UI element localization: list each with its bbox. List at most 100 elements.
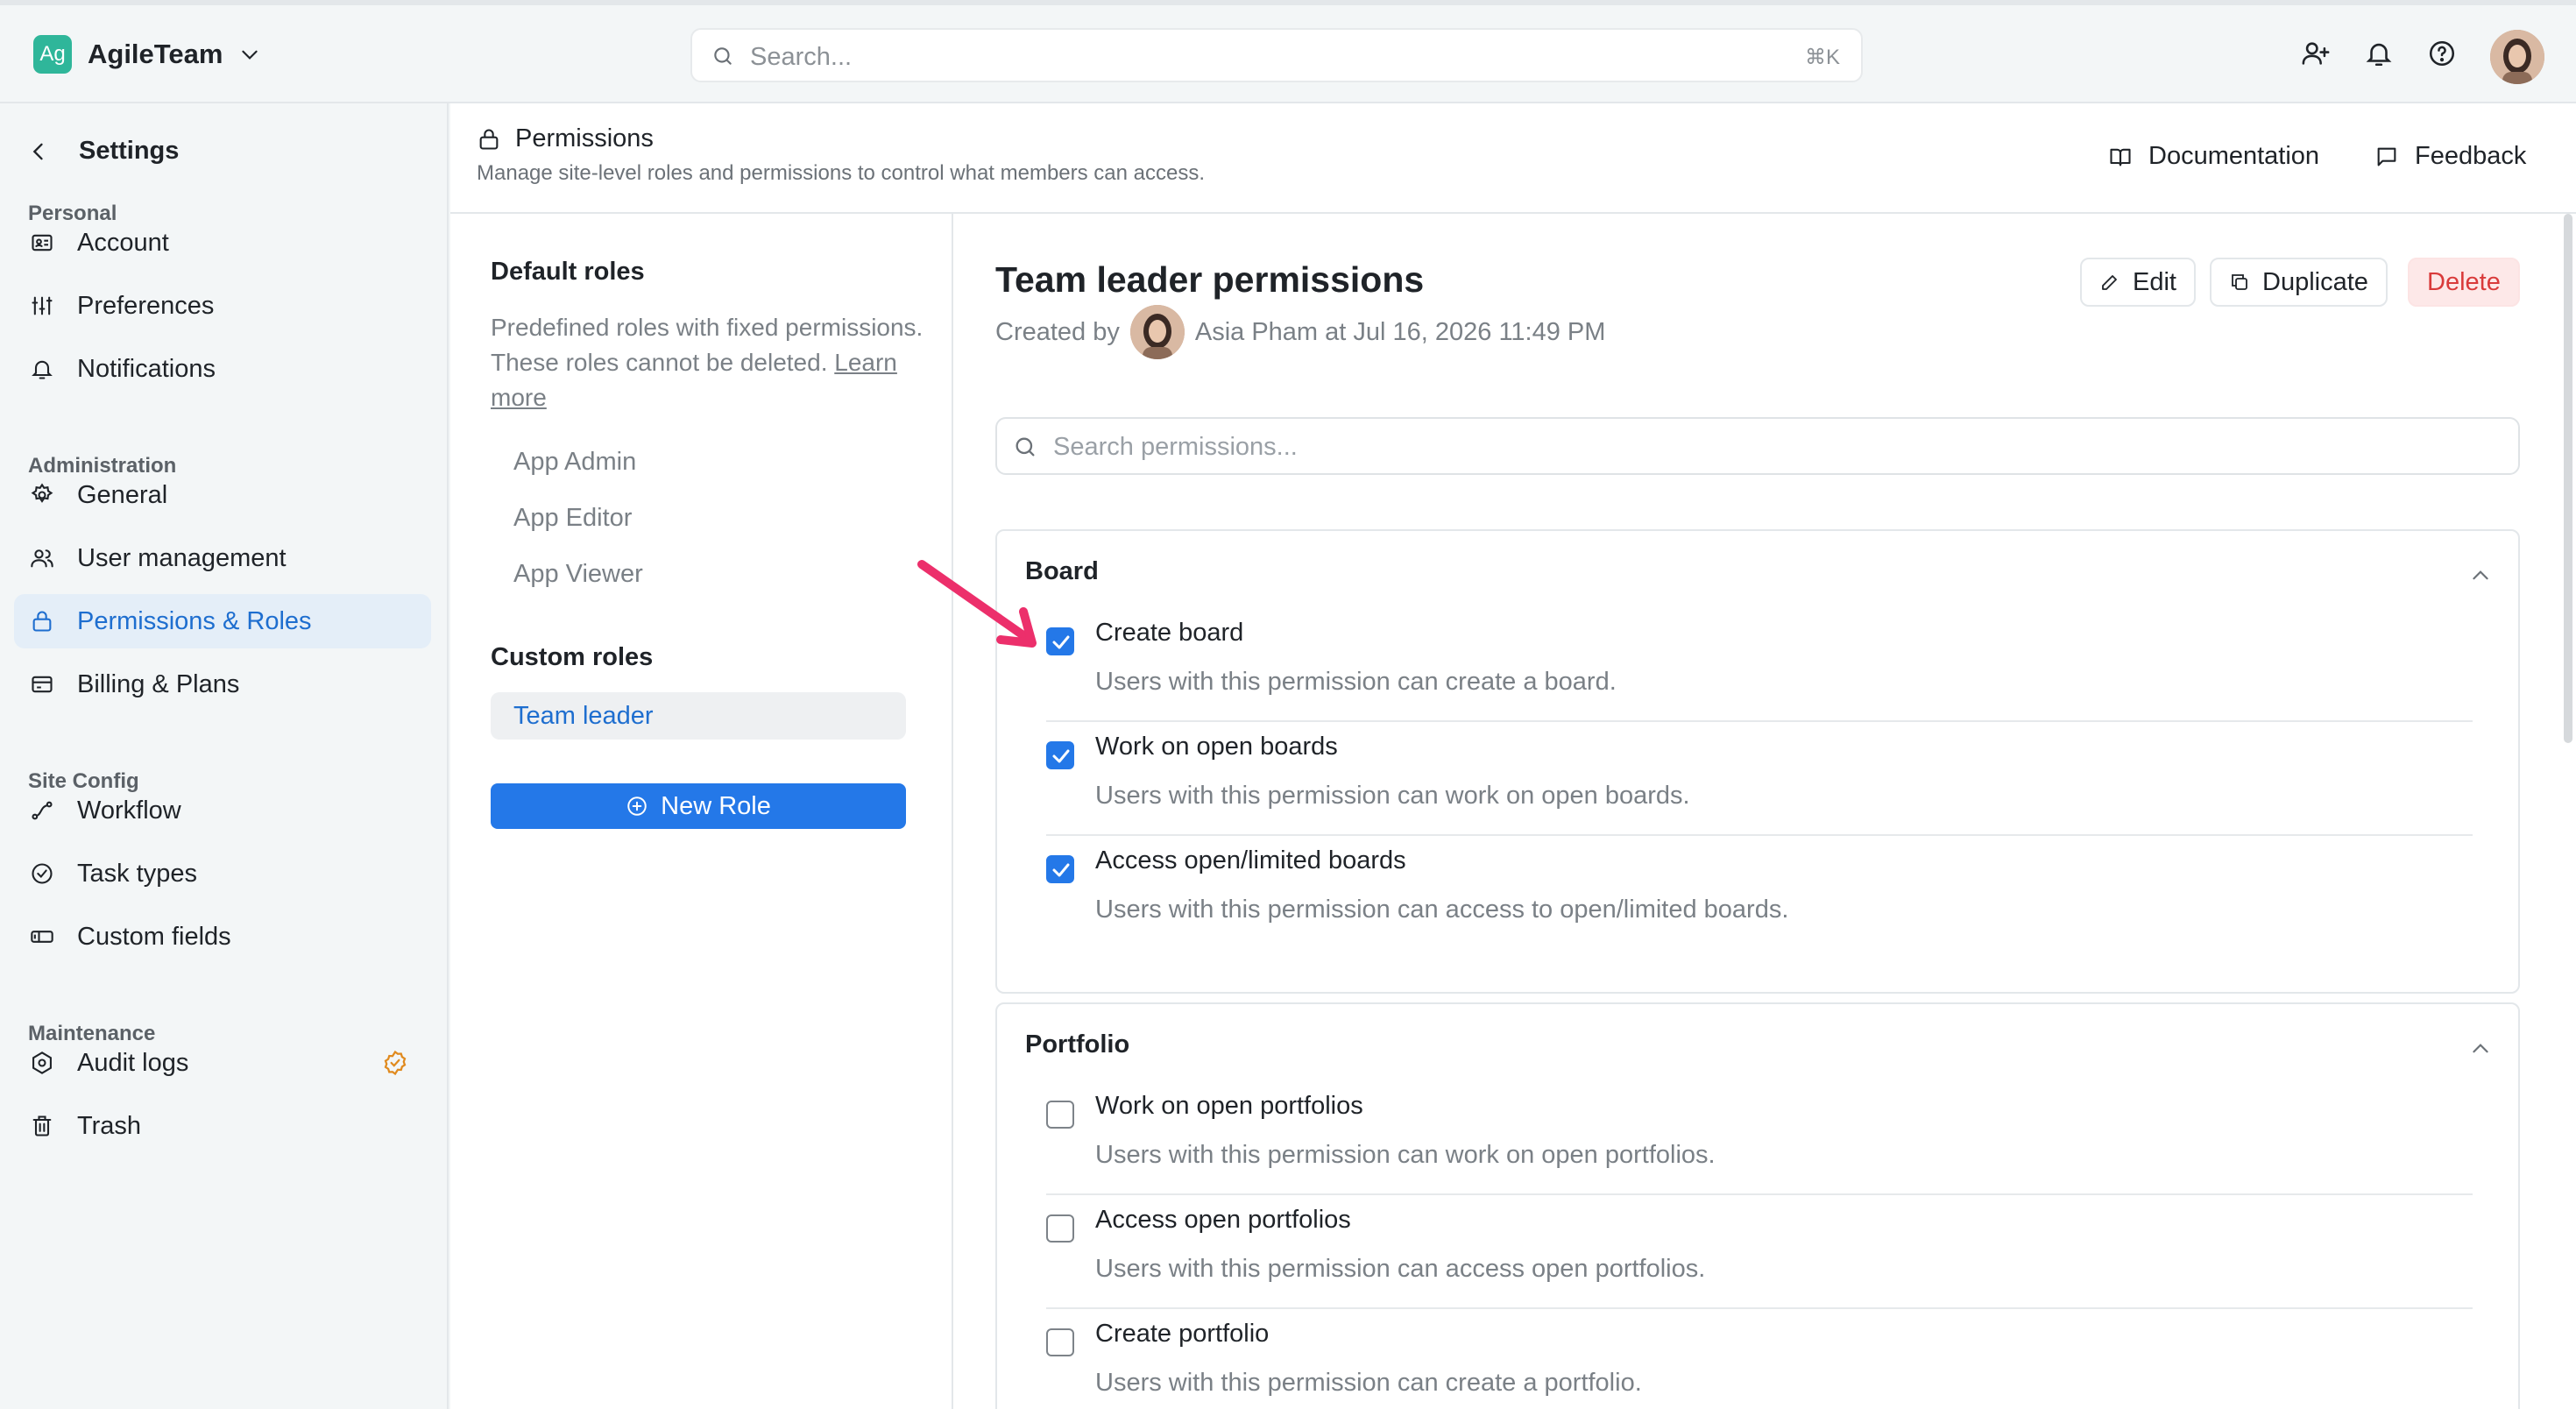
help-icon[interactable]	[2427, 39, 2457, 68]
sidebar-item-permissions-roles[interactable]: Permissions & Roles	[14, 594, 431, 648]
chevron-up-icon[interactable]	[2469, 1037, 2492, 1060]
workspace-switcher[interactable]: Ag AgileTeam	[33, 35, 261, 74]
sidebar-item-preferences[interactable]: Preferences	[14, 279, 431, 333]
plus-circle-icon	[626, 795, 648, 818]
credit-card-icon	[30, 672, 54, 697]
detail-scrollbar[interactable]	[2564, 214, 2572, 743]
default-roles-description: Predefined roles with fixed permissions.…	[491, 310, 929, 415]
permission-group-portfolio: Portfolio Work on open portfolios Users …	[995, 1002, 2520, 1409]
user-avatar[interactable]	[2490, 30, 2544, 84]
verified-badge-icon	[382, 1050, 408, 1076]
documentation-link[interactable]: Documentation	[2108, 142, 2319, 171]
workflow-icon	[30, 798, 54, 823]
page-title-text: Permissions	[515, 124, 654, 152]
permission-row: Work on open boards Users with this perm…	[1046, 722, 2473, 836]
permission-checkbox[interactable]	[1046, 741, 1074, 769]
delete-button[interactable]: Delete	[2408, 258, 2520, 307]
created-by-label: Created by	[995, 317, 1120, 346]
sidebar-item-label: General	[77, 480, 168, 509]
sidebar-item-trash[interactable]: Trash	[14, 1099, 431, 1153]
book-icon	[2108, 145, 2133, 169]
role-item-app-viewer[interactable]: App Viewer	[491, 550, 906, 598]
duplicate-button[interactable]: Duplicate	[2210, 258, 2388, 307]
sidebar-item-label: Audit logs	[77, 1048, 189, 1077]
edit-label: Edit	[2133, 267, 2176, 296]
permission-description: Users with this permission can work on o…	[1095, 1141, 1716, 1169]
back-arrow-icon[interactable]	[26, 139, 51, 164]
sidebar-item-task-types[interactable]: Task types	[14, 846, 431, 901]
permission-description: Users with this permission can access op…	[1095, 1255, 1706, 1283]
page-subtitle: Manage site-level roles and permissions …	[477, 161, 1206, 185]
gear-icon	[30, 483, 54, 507]
search-placeholder: Search...	[750, 43, 853, 71]
role-item-app-admin[interactable]: App Admin	[491, 438, 906, 485]
new-role-button[interactable]: New Role	[491, 783, 906, 829]
sidebar-item-workflow[interactable]: Workflow	[14, 783, 431, 838]
sidebar-item-label: Preferences	[77, 291, 215, 320]
lock-icon	[30, 609, 54, 634]
sidebar-item-label: Task types	[77, 859, 197, 888]
sidebar-item-audit-logs[interactable]: Audit logs	[14, 1036, 431, 1090]
permission-name: Create portfolio	[1095, 1320, 1270, 1348]
sidebar-item-notifications[interactable]: Notifications	[14, 342, 431, 396]
permission-name: Access open/limited boards	[1095, 846, 1406, 874]
page-header: Permissions Manage site-level roles and …	[450, 103, 2576, 214]
fields-icon	[30, 924, 54, 949]
feedback-link[interactable]: Feedback	[2374, 142, 2526, 171]
workspace-logo: Ag	[33, 35, 72, 74]
permission-row: Access open portfolios Users with this p…	[1046, 1195, 2473, 1309]
search-shortcut: ⌘K	[1804, 46, 1840, 69]
role-item-team-leader[interactable]: Team leader	[491, 692, 906, 740]
created-by-name: Asia Pham at Jul 16, 2026 11:49 PM	[1194, 317, 1606, 346]
sidebar-item-label: Permissions & Roles	[77, 606, 312, 635]
permission-search-input[interactable]: Search permissions...	[995, 417, 2520, 475]
audit-gear-icon	[30, 1051, 54, 1075]
sliders-icon	[30, 294, 54, 318]
sidebar-item-custom-fields[interactable]: Custom fields	[14, 910, 431, 964]
permission-description: Users with this permission can create a …	[1095, 668, 1617, 696]
group-title: Board	[1025, 557, 1099, 585]
top-bar: Ag AgileTeam Search... ⌘K	[0, 0, 2576, 103]
sidebar-item-label: User management	[77, 543, 287, 572]
users-icon	[30, 546, 54, 570]
check-circle-icon	[30, 861, 54, 886]
creator-avatar	[1129, 305, 1185, 359]
lock-icon	[477, 127, 501, 152]
add-user-icon[interactable]	[2301, 39, 2331, 68]
sidebar-item-general[interactable]: General	[14, 468, 431, 522]
sidebar-item-label: Notifications	[77, 354, 216, 383]
search-icon	[1013, 435, 1037, 459]
page-title: Permissions	[477, 124, 654, 153]
permission-name: Access open portfolios	[1095, 1206, 1351, 1234]
search-icon	[711, 45, 734, 67]
group-title: Portfolio	[1025, 1030, 1130, 1059]
permission-checkbox[interactable]	[1046, 627, 1074, 655]
permission-description: Users with this permission can work on o…	[1095, 782, 1690, 810]
pencil-icon	[2099, 272, 2120, 293]
permission-checkbox[interactable]	[1046, 855, 1074, 883]
sidebar-item-label: Billing & Plans	[77, 669, 240, 698]
copy-icon	[2229, 272, 2250, 293]
permission-description: Users with this permission can create a …	[1095, 1369, 1642, 1397]
bell-icon[interactable]	[2364, 39, 2394, 68]
sidebar-item-label: Custom fields	[77, 922, 231, 951]
sidebar-header: Settings	[26, 137, 179, 166]
permission-checkbox[interactable]	[1046, 1214, 1074, 1243]
chevron-up-icon[interactable]	[2469, 564, 2492, 587]
sidebar-item-user-management[interactable]: User management	[14, 531, 431, 585]
trash-icon	[30, 1114, 54, 1138]
duplicate-label: Duplicate	[2262, 267, 2368, 296]
permission-checkbox[interactable]	[1046, 1101, 1074, 1129]
sidebar-item-label: Workflow	[77, 796, 181, 825]
permission-name: Work on open portfolios	[1095, 1092, 1363, 1120]
role-item-app-editor[interactable]: App Editor	[491, 494, 906, 542]
settings-sidebar: Settings Personal Account Preferences No…	[0, 103, 449, 1409]
feedback-label: Feedback	[2415, 142, 2527, 170]
sidebar-item-account[interactable]: Account	[14, 216, 431, 270]
edit-button[interactable]: Edit	[2080, 258, 2196, 307]
global-search-input[interactable]: Search... ⌘K	[690, 28, 1863, 82]
role-detail-title: Team leader permissions	[995, 259, 1425, 300]
permission-search-placeholder: Search permissions...	[1053, 433, 1298, 461]
permission-checkbox[interactable]	[1046, 1328, 1074, 1356]
sidebar-item-billing-plans[interactable]: Billing & Plans	[14, 657, 431, 712]
